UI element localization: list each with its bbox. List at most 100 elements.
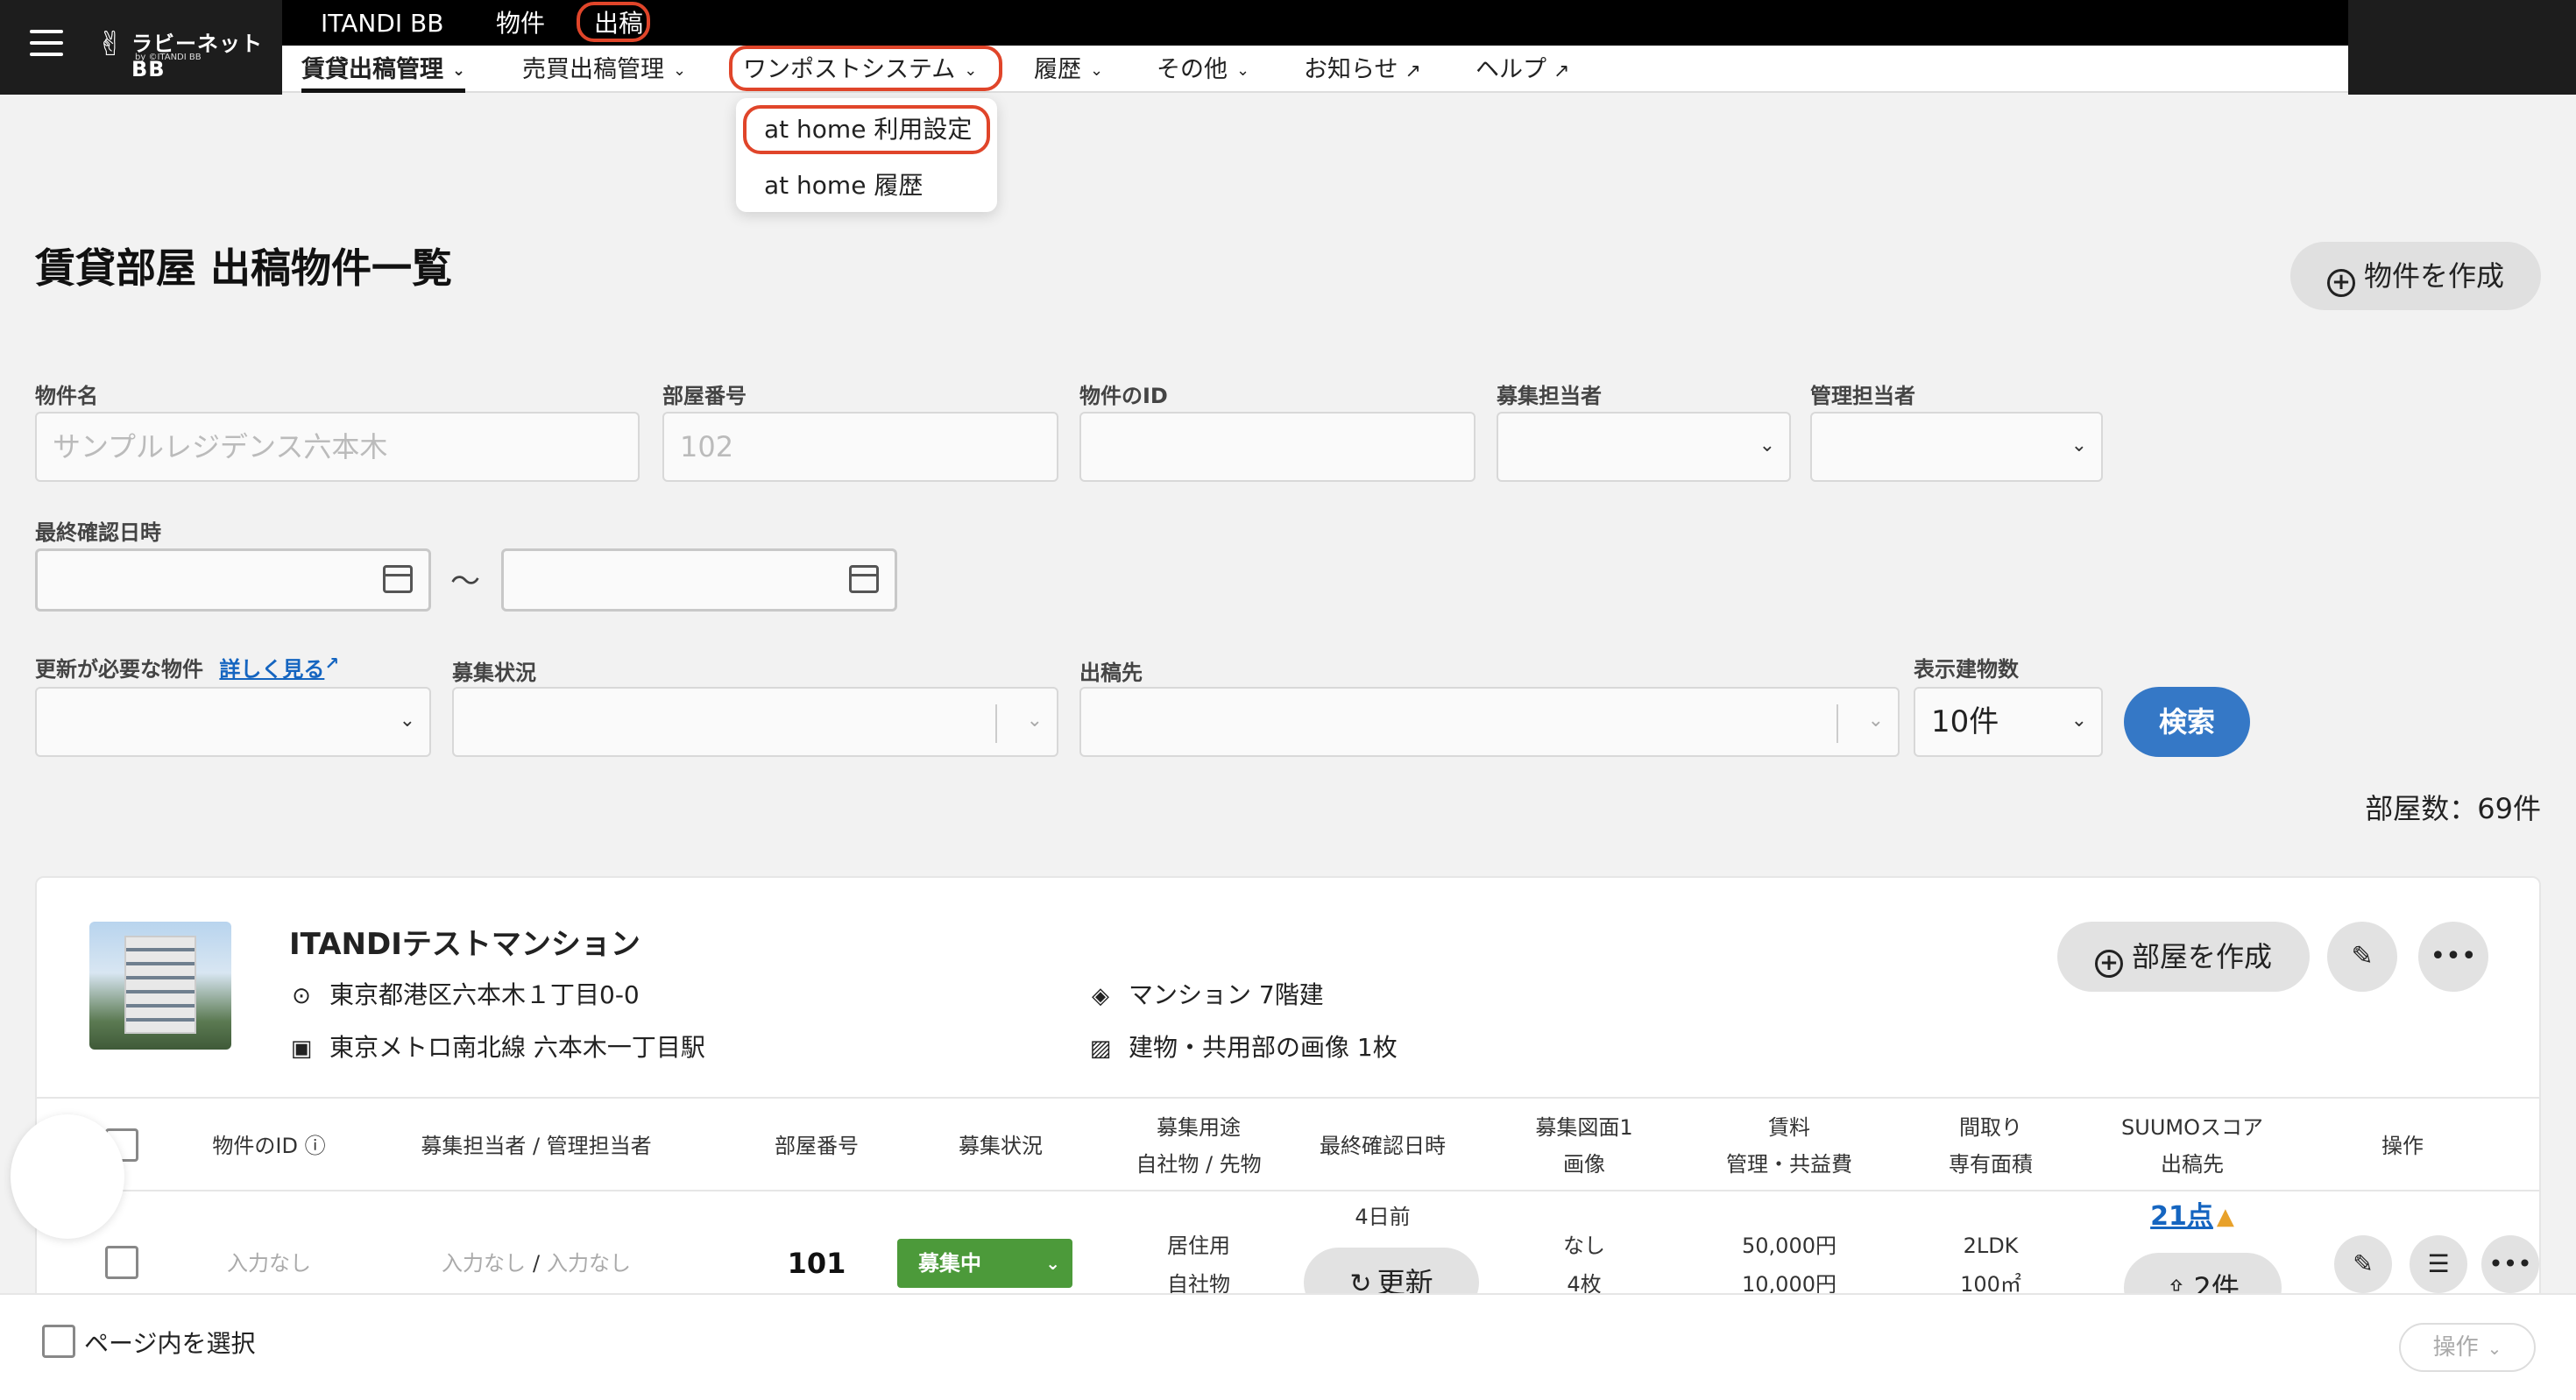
chevron-down-icon: ⌄ [1045,1253,1060,1274]
suumo-score-link[interactable]: 21点 [2150,1198,2213,1236]
room-table-header: 物件のID ⓘ 募集担当者 / 管理担当者 部屋番号 募集状況 募集用途 自社物 … [37,1097,2539,1191]
one-post-dropdown-menu: at home 利用設定 at home 履歴 [736,98,997,212]
search-button[interactable]: 検索 [2124,687,2250,757]
col-usage: 募集用途 自社物 / 先物 [1111,1099,1286,1193]
room-number-input[interactable]: 102 [662,412,1058,482]
details-link[interactable]: 詳しく見る [219,657,324,682]
row-layout-value: 2LDK [1963,1234,2019,1258]
nav-sale-publish[interactable]: 売買出稿管理 ⌄ [522,46,686,93]
building-station: ▣ 東京メトロ南北線 六本木一丁目駅 [289,1029,705,1064]
nav-rental-publish[interactable]: 賃貸出稿管理 ⌄ [301,46,466,93]
nav-news[interactable]: お知らせ ↗ [1304,46,1421,93]
building-type-text: マンション 7階建 [1129,980,1324,1009]
row-note-button[interactable]: ☰ [2410,1235,2467,1293]
select-page-checkbox[interactable] [42,1325,75,1358]
room-number-label: 部屋番号 [662,384,747,408]
col-header-text: 募集用途 [1157,1115,1241,1140]
col-property-id: 物件のID ⓘ [168,1099,370,1193]
more-dots-icon: ••• [2430,941,2477,972]
col-header-text: SUUMOスコア [2121,1115,2263,1140]
select-page-label[interactable]: ページ内を選択 [84,1325,255,1360]
date-from-input[interactable] [35,548,431,612]
row-rent-value: 50,000円 [1742,1234,1836,1258]
row-status-select[interactable]: 募集中 ⌄ [897,1239,1072,1288]
app-logo[interactable]: ✌ ラビーネットBB by ©ITANDI BB [96,23,263,81]
col-header-subtext: 専有面積 [1949,1152,2033,1177]
edit-icon: ✎ [2351,941,2374,972]
property-id-input[interactable] [1079,412,1476,482]
more-dots-icon: ••• [2488,1249,2532,1278]
image-icon: ▨ [1089,1036,1112,1062]
row-property-id: 入力なし [227,1251,311,1276]
building-name[interactable]: ITANDIテストマンション [289,920,640,963]
needs-update-label-text: 更新が必要な物件 [35,657,203,682]
building-address-text: 東京都港区六本木１丁目0-0 [329,980,640,1009]
manager-separator: / [532,1251,541,1276]
col-layout: 間取り 専有面積 [1903,1099,2078,1193]
chevron-down-icon: ⌄ [2070,435,2087,456]
create-property-button[interactable]: + 物件を作成 [2290,242,2541,310]
row-management-manager: 入力なし [547,1251,632,1276]
chevron-down-icon: ⌄ [1026,710,1043,732]
col-suumo: SUUMOスコア 出稿先 [2087,1099,2297,1193]
col-header-text: 部屋番号 [775,1134,859,1158]
nav-other-label: その他 [1157,56,1228,83]
tab-itandi-bb[interactable]: ITANDI BB [321,7,443,40]
row-checkbox[interactable] [105,1246,138,1279]
col-header-text: 操作 [2381,1134,2424,1158]
col-room-number: 部屋番号 [720,1099,913,1193]
chevron-down-icon: ⌄ [1090,61,1104,80]
recruit-status-select[interactable]: ⌄ [452,687,1058,757]
building-type: ◈ マンション 7階建 [1088,976,1324,1011]
management-manager-select[interactable]: ⌄ [1810,412,2103,482]
calendar-icon[interactable] [849,565,879,593]
bulk-operations-button[interactable]: 操作 ⌄ [2399,1323,2536,1372]
destination-select[interactable]: ⌄ [1079,687,1900,757]
needs-update-select[interactable]: ⌄ [35,687,431,757]
building-images: ▨ 建物・共用部の画像 1枚 [1088,1029,1398,1064]
display-count-select[interactable]: 10件 ⌄ [1914,687,2103,757]
page-title: 賃貸部屋 出稿物件一覧 [35,244,453,292]
nav-history[interactable]: 履歴 ⌄ [1034,46,1103,93]
menu-item-athome-history[interactable]: at home 履歴 [764,168,923,203]
train-icon: ▣ [290,1036,313,1062]
logo-mark-icon: ✌ [96,25,124,63]
calendar-icon[interactable] [383,565,413,593]
row-drawing-value: なし [1563,1234,1605,1258]
row-edit-button[interactable]: ✎ [2334,1235,2392,1293]
row-more-button[interactable]: ••• [2481,1235,2539,1293]
tab-property[interactable]: 物件 [496,7,545,40]
building-address: ⊙ 東京都港区六本木１丁目0-0 [289,976,640,1011]
highlight-one-post-system [729,46,1002,91]
col-header-text: 物件のID ⓘ [212,1134,326,1158]
chevron-down-icon: ⌄ [1236,61,1250,80]
needs-update-label: 更新が必要な物件 詳しく見る↗ [35,652,339,682]
recruit-status-label: 募集状況 [452,661,536,685]
nav-help-label: ヘルプ [1476,56,1546,83]
nav-other[interactable]: その他 ⌄ [1157,46,1249,93]
row-usage-value: 居住用 [1167,1234,1230,1258]
col-header-subtext: 画像 [1563,1152,1605,1177]
hamburger-menu-icon[interactable] [30,26,65,61]
external-link-icon: ↗ [324,653,340,674]
room-count: 部屋数：69件 [2365,792,2541,825]
selection-footer: ページ内を選択 [0,1293,2576,1400]
select-separator [1836,704,1838,743]
chevron-down-icon: ⌄ [399,710,415,732]
edit-building-button[interactable]: ✎ [2327,922,2397,992]
building-more-button[interactable]: ••• [2418,922,2488,992]
row-room-number[interactable]: 101 [720,1228,913,1298]
building-thumbnail[interactable] [89,922,231,1050]
nav-help[interactable]: ヘルプ ↗ [1476,46,1569,93]
plus-circle-icon: + [2094,950,2123,978]
chevron-down-icon: ⌄ [1867,710,1884,732]
edit-icon: ✎ [2353,1249,2374,1278]
create-room-button[interactable]: + 部屋を作成 [2057,922,2310,992]
recruit-manager-select[interactable]: ⌄ [1497,412,1791,482]
floating-action-circle[interactable] [11,1114,124,1239]
col-status: 募集状況 [913,1099,1088,1193]
date-to-input[interactable] [501,548,897,612]
highlight-tab-publish [577,2,650,42]
property-name-input[interactable]: サンプルレジデンス六本木 [35,412,640,482]
col-managers: 募集担当者 / 管理担当者 [387,1099,685,1193]
